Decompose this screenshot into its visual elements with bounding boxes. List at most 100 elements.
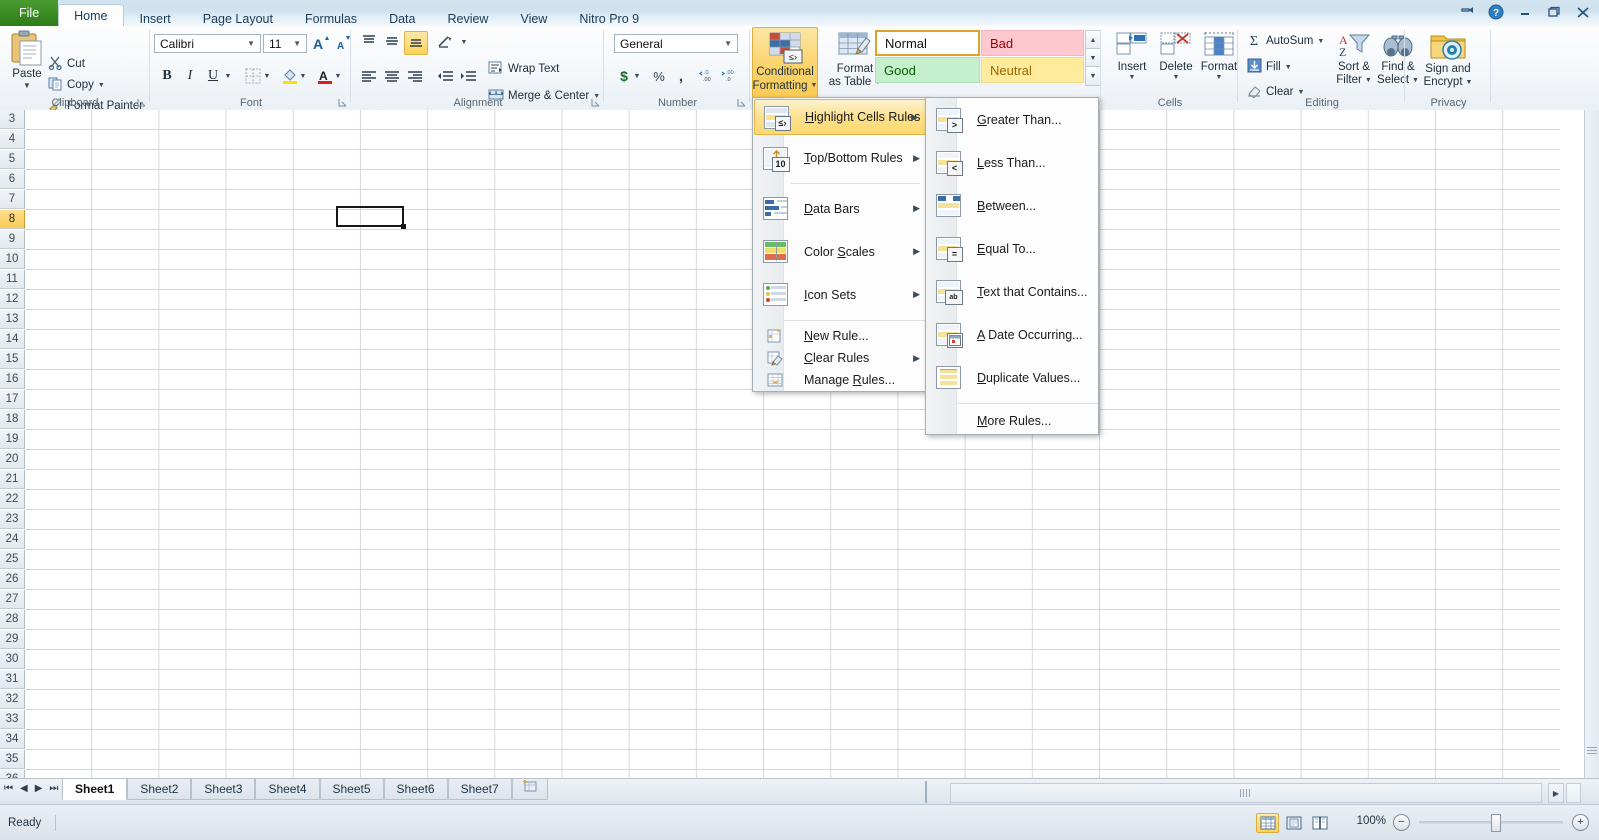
menu-item-greater-than[interactable]: > Greater Than... xyxy=(926,98,1098,141)
row-header-17[interactable]: 17 xyxy=(0,390,25,409)
insert-worksheet-button[interactable] xyxy=(512,779,548,800)
row-header-32[interactable]: 32 xyxy=(0,690,25,709)
menu-item-icon-sets[interactable]: Icon Sets ▶ xyxy=(753,273,928,316)
fill-button[interactable]: Fill ▼ xyxy=(1247,57,1292,77)
menu-item-text-that-contains[interactable]: ab Text that Contains... xyxy=(926,270,1098,313)
row-header-26[interactable]: 26 xyxy=(0,570,25,589)
chevron-down-icon[interactable]: ▼ xyxy=(1297,89,1304,96)
zoom-knob[interactable] xyxy=(1491,814,1501,832)
font-size-combo[interactable]: 11 ▼ xyxy=(263,34,307,53)
sort-filter-button[interactable]: A Z Sort & Filter ▼ xyxy=(1331,31,1377,87)
styles-gallery-scroll-down[interactable]: ▼ xyxy=(1085,48,1101,68)
menu-item-equal-to[interactable]: = Equal To... xyxy=(926,227,1098,270)
alignment-dialog-launcher[interactable] xyxy=(591,98,601,108)
align-bottom-button[interactable] xyxy=(404,31,428,55)
row-header-34[interactable]: 34 xyxy=(0,730,25,749)
orientation-chevron-icon[interactable]: ▼ xyxy=(458,33,470,51)
menu-item-between[interactable]: Between... xyxy=(926,184,1098,227)
orientation-button[interactable] xyxy=(434,31,460,53)
sheet-nav-last[interactable]: ⏭ xyxy=(49,783,58,794)
align-right-button[interactable] xyxy=(404,66,426,88)
row-header-27[interactable]: 27 xyxy=(0,590,25,609)
copy-button[interactable]: Copy ▼ xyxy=(48,75,105,95)
conditional-formatting-button[interactable]: ≤› Conditional Formatting ▼ xyxy=(752,27,818,107)
row-header-7[interactable]: 7 xyxy=(0,190,25,209)
chevron-down-icon[interactable]: ▼ xyxy=(1317,38,1324,45)
menu-item-less-than[interactable]: < Less Than... xyxy=(926,141,1098,184)
sheet-tab-sheet4[interactable]: Sheet4 xyxy=(255,779,319,800)
menu-item-duplicate-values[interactable]: Duplicate Values... xyxy=(926,356,1098,399)
menu-item-highlight-cells-rules[interactable]: ≤› Highlight Cells Rules ▶ xyxy=(754,99,927,135)
chevron-down-icon[interactable]: ▼ xyxy=(1129,74,1136,82)
cell-style-bad[interactable]: Bad xyxy=(981,30,1084,56)
chevron-down-icon[interactable]: ▼ xyxy=(244,39,258,48)
delete-cells-button[interactable]: Delete ▼ xyxy=(1154,31,1198,82)
font-color-chevron-icon[interactable]: ▼ xyxy=(332,67,344,85)
conditional-formatting-menu[interactable]: ≤› Highlight Cells Rules ▶ 10 Top/Bottom… xyxy=(752,97,929,392)
row-header-3[interactable]: 3 xyxy=(0,110,25,129)
minimize-ribbon-icon[interactable] xyxy=(1457,3,1477,21)
menu-item-color-scales[interactable]: Color Scales ▶ xyxy=(753,230,928,273)
view-page-layout-button[interactable] xyxy=(1282,813,1305,833)
increase-indent-button[interactable] xyxy=(457,66,479,88)
row-header-36[interactable]: 36 xyxy=(0,770,25,778)
underline-button[interactable]: U xyxy=(202,65,224,87)
styles-gallery-more[interactable]: ▼ xyxy=(1085,66,1101,86)
row-header-12[interactable]: 12 xyxy=(0,290,25,309)
row-header-6[interactable]: 6 xyxy=(0,170,25,189)
row-header-13[interactable]: 13 xyxy=(0,310,25,329)
row-header-29[interactable]: 29 xyxy=(0,630,25,649)
zoom-track[interactable] xyxy=(1419,821,1563,824)
align-top-button[interactable] xyxy=(358,31,380,53)
vertical-scrollbar[interactable] xyxy=(1584,110,1599,778)
chevron-down-icon[interactable]: ▼ xyxy=(811,82,818,90)
sheet-tab-sheet5[interactable]: Sheet5 xyxy=(320,779,384,800)
chevron-down-icon[interactable]: ▼ xyxy=(1365,77,1372,85)
align-left-button[interactable] xyxy=(358,66,380,88)
sheet-tab-sheet6[interactable]: Sheet6 xyxy=(384,779,448,800)
insert-cells-button[interactable]: Insert ▼ xyxy=(1110,31,1154,82)
row-header-16[interactable]: 16 xyxy=(0,370,25,389)
row-header-20[interactable]: 20 xyxy=(0,450,25,469)
menu-item-more-rules[interactable]: More Rules... xyxy=(926,408,1098,434)
view-page-break-button[interactable] xyxy=(1308,813,1331,833)
chevron-down-icon[interactable]: ▼ xyxy=(1173,74,1180,82)
italic-button[interactable]: I xyxy=(179,65,201,87)
menu-item-new-rule[interactable]: New Rule... xyxy=(753,325,928,347)
close-window-icon[interactable] xyxy=(1573,3,1593,21)
chevron-down-icon[interactable]: ▼ xyxy=(1216,74,1223,82)
sheet-nav-prev[interactable]: ◀ xyxy=(20,783,28,794)
row-header-15[interactable]: 15 xyxy=(0,350,25,369)
row-header-10[interactable]: 10 xyxy=(0,250,25,269)
chevron-down-icon[interactable]: ▼ xyxy=(1285,64,1292,71)
copy-chevron-icon[interactable]: ▼ xyxy=(98,82,105,89)
row-header-18[interactable]: 18 xyxy=(0,410,25,429)
menu-item-manage-rules[interactable]: Manage Rules... xyxy=(753,369,928,391)
sheet-tab-sheet7[interactable]: Sheet7 xyxy=(448,779,512,800)
chevron-down-icon[interactable]: ▼ xyxy=(290,39,304,48)
currency-chevron-icon[interactable]: ▼ xyxy=(631,67,643,85)
zoom-out-button[interactable]: − xyxy=(1393,814,1410,831)
wrap-text-button[interactable]: Wrap Text xyxy=(488,59,559,79)
fill-color-chevron-icon[interactable]: ▼ xyxy=(297,67,309,85)
clipboard-dialog-launcher[interactable] xyxy=(137,98,147,108)
row-header-11[interactable]: 11 xyxy=(0,270,25,289)
restore-window-icon[interactable] xyxy=(1544,3,1564,21)
chevron-down-icon[interactable]: ▼ xyxy=(721,39,735,48)
autosum-button[interactable]: Σ AutoSum ▼ xyxy=(1247,31,1324,51)
row-header-5[interactable]: 5 xyxy=(0,150,25,169)
number-dialog-launcher[interactable] xyxy=(737,98,747,108)
paste-button[interactable]: Paste ▼ xyxy=(6,30,48,90)
fill-handle[interactable] xyxy=(401,224,406,229)
align-middle-button[interactable] xyxy=(381,31,403,53)
align-center-button[interactable] xyxy=(381,66,403,88)
row-header-4[interactable]: 4 xyxy=(0,130,25,149)
row-header-19[interactable]: 19 xyxy=(0,430,25,449)
tab-file[interactable]: File xyxy=(0,0,58,26)
percent-button[interactable]: % xyxy=(648,65,670,87)
row-header-21[interactable]: 21 xyxy=(0,470,25,489)
styles-gallery-scroll-up[interactable]: ▲ xyxy=(1085,30,1101,50)
row-header-31[interactable]: 31 xyxy=(0,670,25,689)
menu-item-top-bottom-rules[interactable]: 10 Top/Bottom Rules ▶ xyxy=(753,136,928,180)
comma-style-button[interactable]: , xyxy=(670,65,692,87)
